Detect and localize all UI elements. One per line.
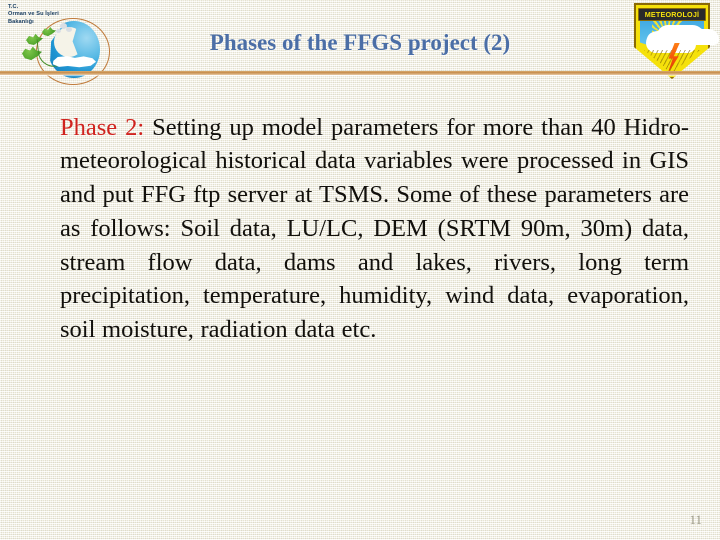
blossom-icon — [56, 29, 61, 33]
blossom-icon — [66, 27, 72, 32]
turkish-state-meteorological-service-logo: METEOROLOJİ — [632, 3, 712, 81]
body-paragraph-text: Setting up model parameters for more tha… — [60, 113, 689, 344]
slide-body: Phase 2: Setting up model parameters for… — [60, 86, 689, 372]
meteoroloji-banner-label: METEOROLOJİ — [644, 10, 700, 19]
slide-title: Phases of the FFGS project (2) — [209, 30, 511, 55]
body-paragraph: Phase 2: Setting up model parameters for… — [60, 111, 689, 348]
phase-label: Phase 2: — [60, 113, 145, 141]
header-divider — [0, 71, 720, 75]
slide-canvas: T.C. Orman ve Su İşleri Bakanlığı METEOR… — [0, 0, 720, 540]
page-number: 11 — [689, 512, 702, 527]
cloud-icon — [646, 31, 696, 53]
ministry-logo-line-2: Orman ve Su İşleri — [8, 11, 59, 18]
